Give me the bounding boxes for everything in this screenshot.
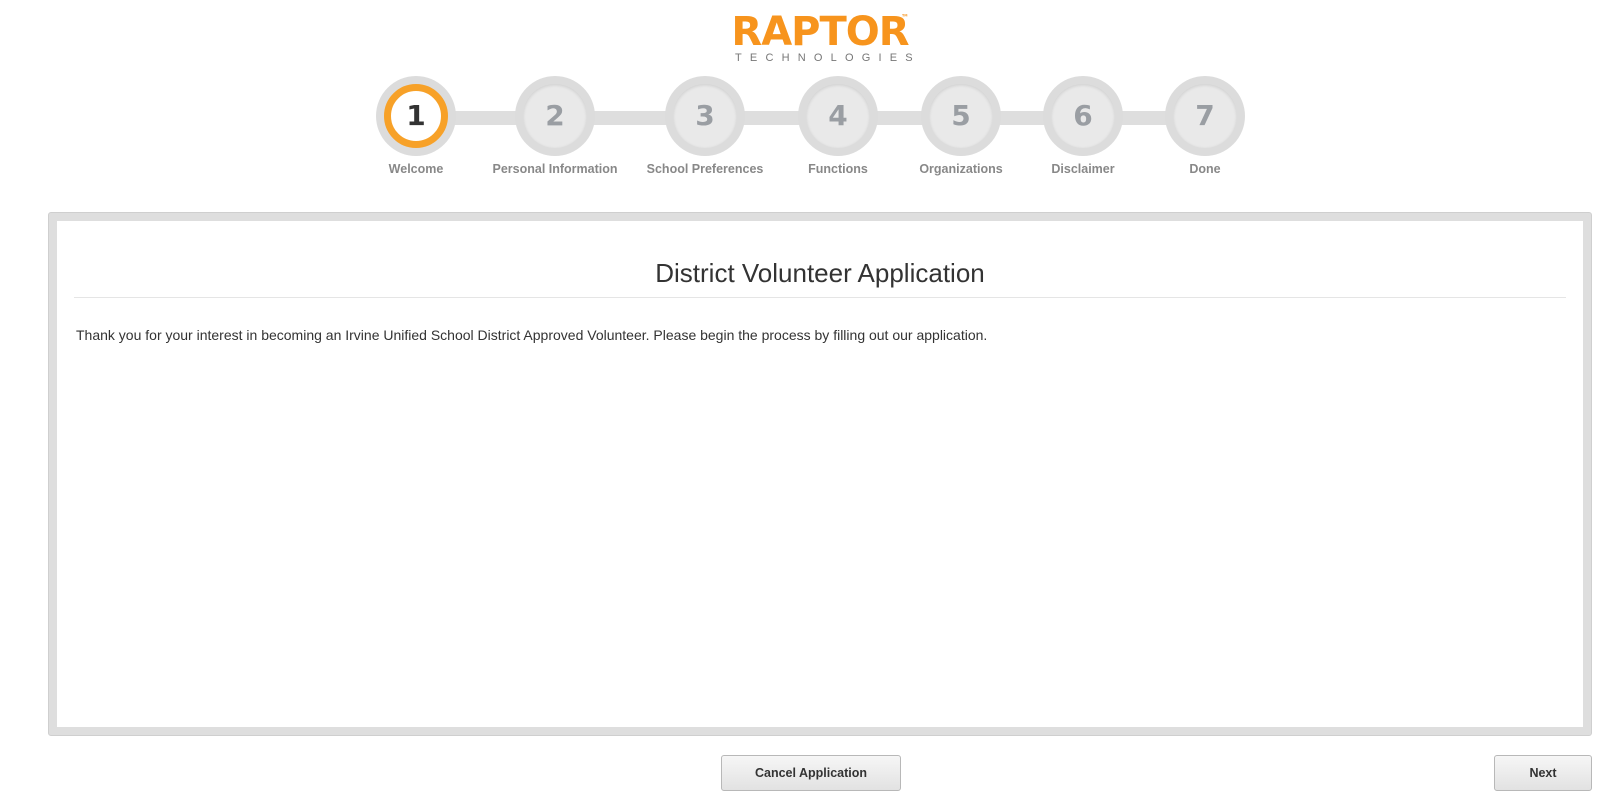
step-number: 5	[929, 84, 993, 148]
panel-content: District Volunteer Application Thank you…	[57, 221, 1583, 727]
step-label: Done	[1189, 162, 1221, 176]
step-circle: 7	[1165, 76, 1245, 156]
step-welcome[interactable]: 1 Welcome	[336, 76, 496, 176]
page-title: District Volunteer Application	[74, 257, 1566, 298]
welcome-message: Thank you for your interest in becoming …	[76, 327, 988, 343]
step-circle: 4	[798, 76, 878, 156]
next-button[interactable]: Next	[1494, 755, 1592, 791]
step-label: Personal Information	[492, 162, 618, 176]
step-number: 4	[806, 84, 870, 148]
step-circle: 5	[921, 76, 1001, 156]
step-number: 1	[384, 84, 448, 148]
step-number: 6	[1051, 84, 1115, 148]
progress-stepper: 1 Welcome 2 Personal Information 3 Schoo…	[0, 0, 1600, 200]
step-label: Welcome	[388, 162, 444, 176]
step-number: 7	[1173, 84, 1237, 148]
step-circle: 3	[665, 76, 745, 156]
step-number: 3	[673, 84, 737, 148]
cancel-application-button[interactable]: Cancel Application	[721, 755, 901, 791]
step-done[interactable]: 7 Done	[1125, 76, 1285, 176]
step-circle: 1	[376, 76, 456, 156]
application-panel: District Volunteer Application Thank you…	[48, 212, 1592, 736]
step-number: 2	[523, 84, 587, 148]
step-circle: 2	[515, 76, 595, 156]
step-personal-information[interactable]: 2 Personal Information	[475, 76, 635, 176]
step-circle: 6	[1043, 76, 1123, 156]
